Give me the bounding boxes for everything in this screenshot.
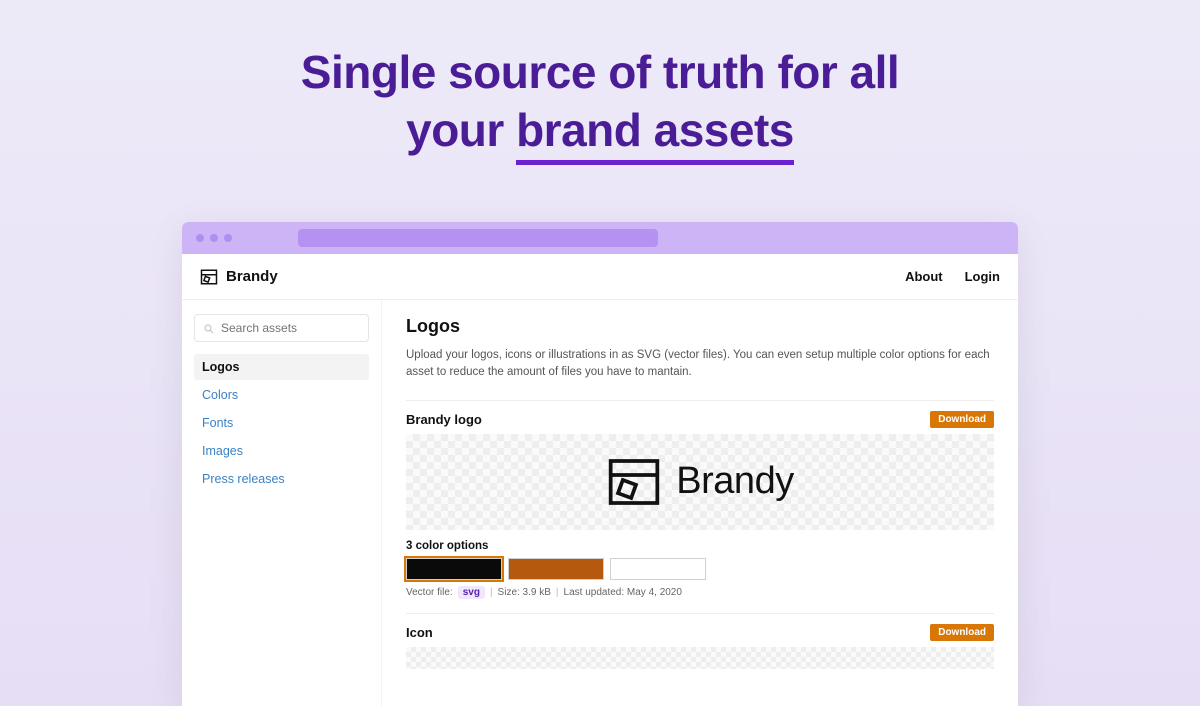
hero-line2-underlined: brand assets — [516, 102, 794, 166]
meta-file-label: Vector file: — [406, 587, 453, 598]
meta-size: Size: 3.9 kB — [490, 587, 551, 598]
color-options-label: 3 color options — [406, 540, 994, 552]
hero-heading: Single source of truth for all your bran… — [0, 44, 1200, 165]
color-swatch-orange[interactable] — [508, 558, 604, 580]
browser-titlebar — [182, 222, 1018, 254]
sidebar-item-fonts[interactable]: Fonts — [194, 410, 369, 436]
sidebar-item-press-releases[interactable]: Press releases — [194, 466, 369, 492]
window-dot-icon — [224, 234, 232, 242]
browser-mock: Brandy About Login Logos Colors Fonts — [182, 222, 1018, 706]
sidebar-item-label: Images — [202, 444, 243, 458]
asset-block-brandy-logo: Brandy logo Download Brandy — [406, 400, 994, 599]
color-swatch-row — [406, 558, 994, 580]
asset-file-meta: Vector file: svg Size: 3.9 kB Last updat… — [406, 586, 994, 599]
window-dot-icon — [196, 234, 204, 242]
search-input[interactable] — [221, 321, 360, 335]
asset-preview-text: Brandy — [676, 460, 793, 503]
search-icon — [203, 322, 215, 334]
sidebar-item-label: Colors — [202, 388, 238, 402]
sidebar-item-colors[interactable]: Colors — [194, 382, 369, 408]
sidebar-item-logos[interactable]: Logos — [194, 354, 369, 380]
download-button[interactable]: Download — [930, 411, 994, 428]
brand-name: Brandy — [226, 268, 278, 285]
meta-file-type: svg — [458, 586, 485, 599]
nav-login[interactable]: Login — [965, 269, 1000, 284]
hero-line2-pre: your — [406, 104, 516, 156]
brand-logo-icon — [606, 454, 662, 510]
color-swatch-white[interactable] — [610, 558, 706, 580]
download-button[interactable]: Download — [930, 624, 994, 641]
main-content: Logos Upload your logos, icons or illust… — [382, 300, 1018, 706]
window-dot-icon — [210, 234, 218, 242]
browser-url-slot — [298, 229, 658, 247]
app-header: Brandy About Login — [182, 254, 1018, 300]
sidebar: Logos Colors Fonts Images Press releases — [182, 300, 382, 706]
sidebar-item-images[interactable]: Images — [194, 438, 369, 464]
brand[interactable]: Brandy — [200, 268, 278, 286]
asset-preview: Brandy — [406, 434, 994, 530]
color-swatch-black[interactable] — [406, 558, 502, 580]
meta-updated: Last updated: May 4, 2020 — [556, 587, 682, 598]
nav-about[interactable]: About — [905, 269, 943, 284]
brand-logo-icon — [200, 268, 218, 286]
page-title: Logos — [406, 316, 994, 337]
page-description: Upload your logos, icons or illustration… — [406, 347, 994, 382]
asset-title: Icon — [406, 625, 433, 640]
sidebar-item-label: Fonts — [202, 416, 233, 430]
asset-preview — [406, 647, 994, 669]
sidebar-item-label: Press releases — [202, 472, 285, 486]
asset-block-icon: Icon Download — [406, 613, 994, 669]
hero-line1: Single source of truth for all — [301, 46, 899, 98]
asset-title: Brandy logo — [406, 412, 482, 427]
sidebar-item-label: Logos — [202, 360, 240, 374]
search-box[interactable] — [194, 314, 369, 342]
